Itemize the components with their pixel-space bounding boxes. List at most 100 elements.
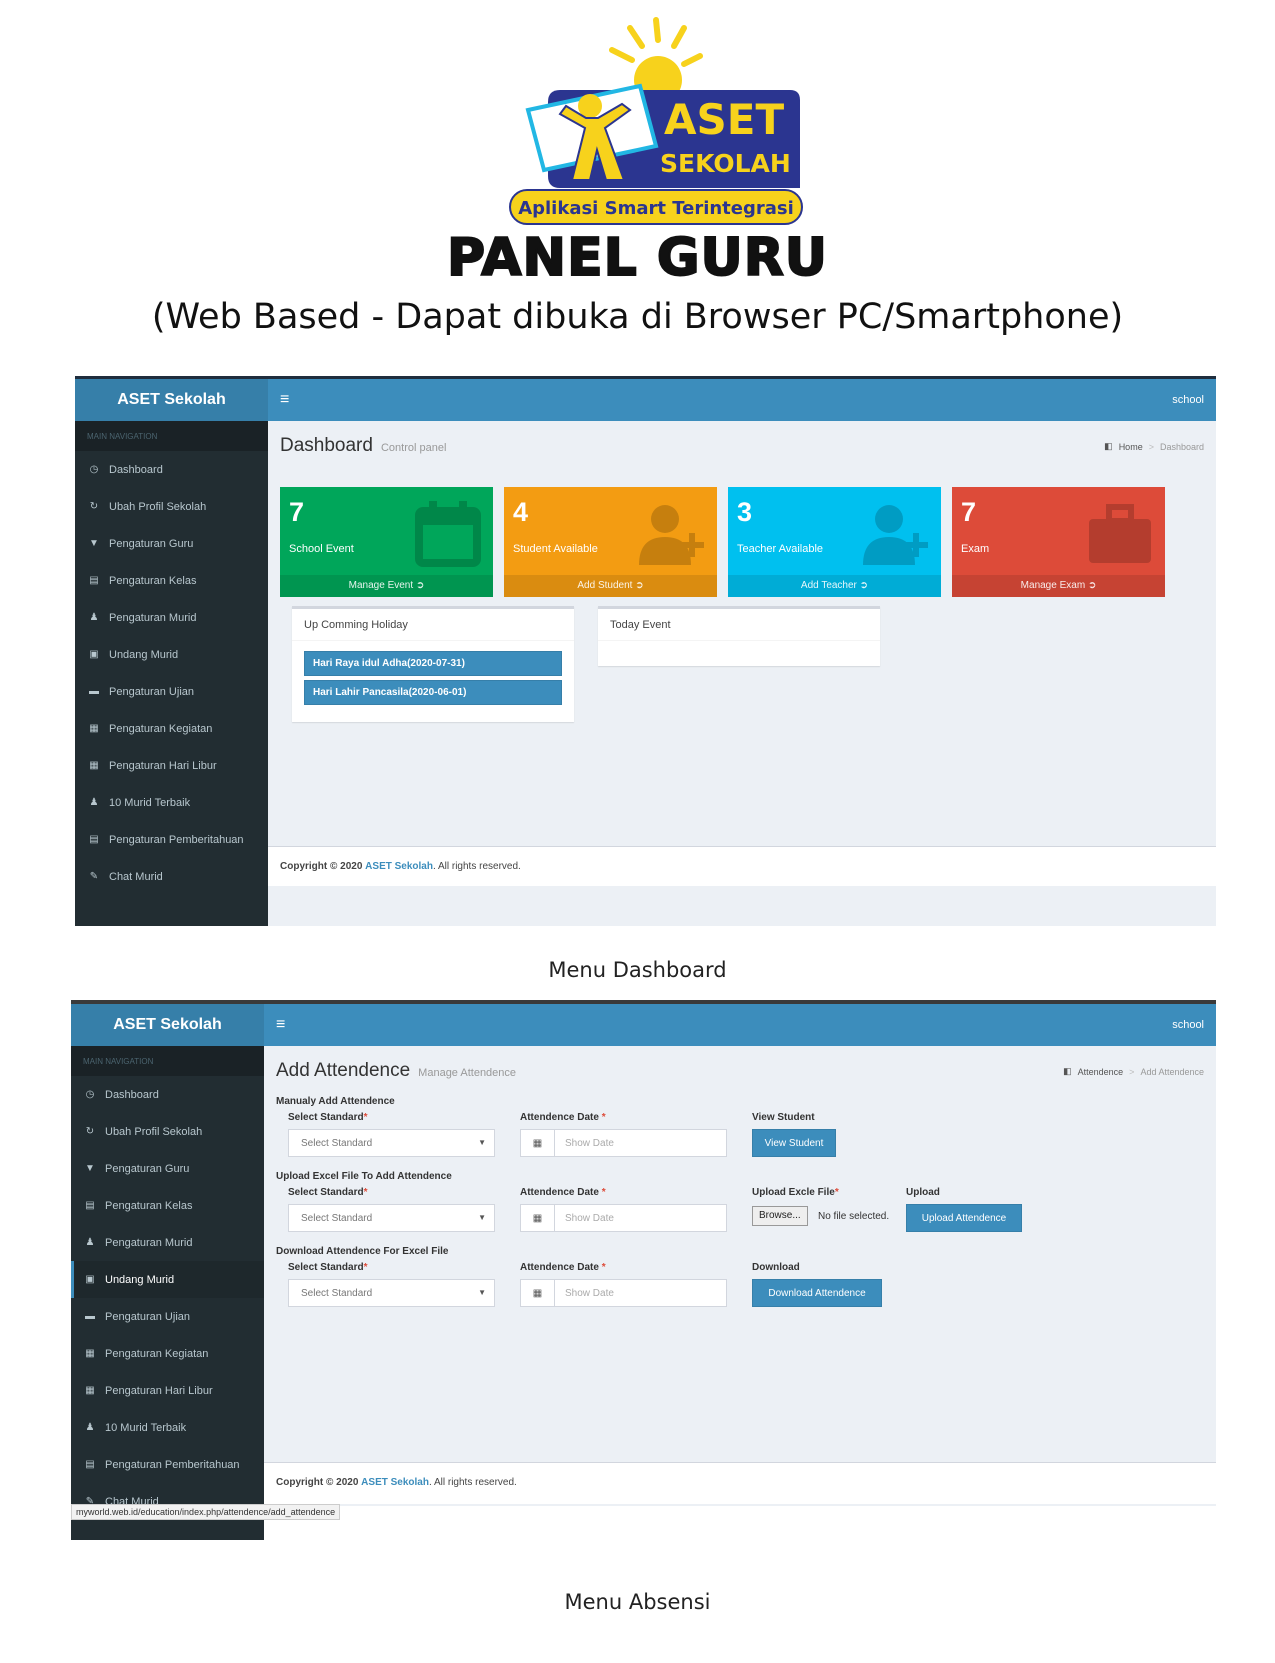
stat-box: 7 Exam Manage Exam ➲ bbox=[952, 487, 1165, 597]
calendar-icon: ▦ bbox=[521, 1280, 555, 1306]
sidebar-item[interactable]: ▦ Pengaturan Hari Libur bbox=[75, 747, 268, 784]
sidebar-item[interactable]: ▬ Pengaturan Ujian bbox=[75, 673, 268, 710]
sidebar-item[interactable]: ✎ Chat Murid bbox=[75, 858, 268, 895]
sidebar-item[interactable]: ↻ Ubah Profil Sekolah bbox=[71, 1113, 264, 1150]
calendar-icon bbox=[413, 499, 483, 569]
date-input[interactable]: ▦ Show Date bbox=[520, 1279, 727, 1307]
sidebar-item[interactable]: ♟ Pengaturan Murid bbox=[71, 1224, 264, 1261]
sidebar-item-label: Pengaturan Kelas bbox=[109, 574, 197, 587]
sidebar-item-label: Pengaturan Ujian bbox=[105, 1310, 191, 1323]
sidebar-item[interactable]: ▦ Pengaturan Kegiatan bbox=[75, 710, 268, 747]
sidebar-item[interactable]: ▤ Pengaturan Pemberitahuan bbox=[71, 1446, 264, 1483]
sidebar-item[interactable]: ◷ Dashboard bbox=[75, 451, 268, 488]
breadcrumb-home[interactable]: Home bbox=[1119, 442, 1143, 452]
stat-footer-link[interactable]: Manage Event ➲ bbox=[280, 575, 493, 597]
arrow-circle-right-icon: ➲ bbox=[635, 580, 644, 591]
stat-footer-link[interactable]: Add Student ➲ bbox=[504, 575, 717, 597]
caption-dashboard: Menu Dashboard bbox=[548, 958, 727, 982]
user-plus-icon bbox=[861, 499, 931, 569]
sidebar-item[interactable]: ↻ Ubah Profil Sekolah bbox=[75, 488, 268, 525]
graduation-cap-icon: ▼ bbox=[85, 1163, 95, 1174]
stat-box: 3 Teacher Available Add Teacher ➲ bbox=[728, 487, 941, 597]
graduation-cap-icon: ▼ bbox=[89, 538, 99, 549]
download-attendence-button[interactable]: Download Attendence bbox=[752, 1279, 882, 1307]
sidebar-item[interactable]: ▣ Undang Murid bbox=[75, 636, 268, 673]
standard-select[interactable]: Select Standard ▼ bbox=[288, 1204, 495, 1232]
upload-file-label: Upload Excle File* bbox=[752, 1187, 839, 1198]
page-subtitle: (Web Based - Dapat dibuka di Browser PC/… bbox=[151, 297, 1124, 337]
user-icon: ♟ bbox=[85, 1422, 95, 1433]
attendance-screenshot: ASET Sekolah MAIN NAVIGATION ◷ Dashboard ↻… bbox=[71, 1000, 1216, 1540]
sidebar-nav: ◷ Dashboard ↻ Ubah Profil Sekolah ▼ Pengatura… bbox=[71, 1076, 264, 1520]
briefcase-icon: ▬ bbox=[89, 686, 99, 697]
breadcrumb-home[interactable]: Attendence bbox=[1078, 1067, 1124, 1077]
standard-label: Select Standard* bbox=[288, 1262, 368, 1273]
holiday-item[interactable]: Hari Lahir Pancasila(2020-06-01) bbox=[304, 680, 562, 705]
caption-attendance: Menu Absensi bbox=[564, 1590, 711, 1614]
dashboard-icon: ◷ bbox=[89, 464, 99, 475]
sidebar-item[interactable]: ▦ Pengaturan Kegiatan bbox=[71, 1335, 264, 1372]
footer-link[interactable]: ASET Sekolah bbox=[365, 861, 433, 872]
date-input[interactable]: ▦ Show Date bbox=[520, 1204, 727, 1232]
list-icon: ▤ bbox=[89, 834, 99, 845]
sidebar-item[interactable]: ▼ Pengaturan Guru bbox=[71, 1150, 264, 1187]
menu-toggle-icon[interactable]: ≡ bbox=[276, 1016, 285, 1034]
stat-label: Student Available bbox=[513, 543, 598, 555]
user-menu[interactable]: school bbox=[1172, 1019, 1204, 1031]
stat-footer-link[interactable]: Manage Exam ➲ bbox=[952, 575, 1165, 597]
calendar-icon: ▦ bbox=[89, 760, 99, 771]
sidebar-item[interactable]: ♟ 10 Murid Terbaik bbox=[75, 784, 268, 821]
user-icon: ♟ bbox=[85, 1237, 95, 1248]
sidebar-item[interactable]: ♟ 10 Murid Terbaik bbox=[71, 1409, 264, 1446]
sidebar-item[interactable]: ▣ Undang Murid bbox=[71, 1261, 264, 1298]
sidebar-item-label: Pengaturan Guru bbox=[105, 1162, 190, 1175]
upload-label: Upload bbox=[906, 1187, 940, 1198]
holiday-item[interactable]: Hari Raya idul Adha(2020-07-31) bbox=[304, 651, 562, 676]
calendar-check-icon: ▣ bbox=[85, 1274, 95, 1285]
arrow-circle-right-icon: ➲ bbox=[859, 580, 869, 591]
view-student-button[interactable]: View Student bbox=[752, 1129, 836, 1157]
breadcrumb: ◧ Home > Dashboard bbox=[1104, 441, 1204, 452]
content-subtitle: Manage Attendence bbox=[418, 1067, 517, 1079]
dashboard-screenshot: ASET Sekolah MAIN NAVIGATION ◷ Dashboard ↻… bbox=[75, 376, 1216, 926]
browse-button[interactable]: Browse... bbox=[752, 1206, 808, 1226]
sidebar-item[interactable]: ▤ Pengaturan Pemberitahuan bbox=[75, 821, 268, 858]
sidebar-item[interactable]: ◷ Dashboard bbox=[71, 1076, 264, 1113]
sidebar-item[interactable]: ▤ Pengaturan Kelas bbox=[75, 562, 268, 599]
user-menu[interactable]: school bbox=[1172, 394, 1204, 406]
date-label: Attendence Date * bbox=[520, 1187, 606, 1198]
sidebar-item[interactable]: ▦ Pengaturan Hari Libur bbox=[71, 1372, 264, 1409]
standard-select[interactable]: Select Standard ▼ bbox=[288, 1279, 495, 1307]
user-plus-icon bbox=[637, 499, 707, 569]
sidebar-item[interactable]: ♟ Pengaturan Murid bbox=[75, 599, 268, 636]
stat-label: School Event bbox=[289, 543, 354, 555]
sidebar-item[interactable]: ▤ Pengaturan Kelas bbox=[71, 1187, 264, 1224]
aset-sekolah-logo: ASET SEKOLAH Aplikasi Smart Terintegrasi bbox=[0, 10, 1275, 225]
dashboard-icon: ◷ bbox=[85, 1089, 95, 1100]
sidebar-item[interactable]: ▬ Pengaturan Ujian bbox=[71, 1298, 264, 1335]
standard-select[interactable]: Select Standard ▼ bbox=[288, 1129, 495, 1157]
upload-attendence-button[interactable]: Upload Attendence bbox=[906, 1204, 1022, 1232]
stat-number: 4 bbox=[513, 497, 529, 527]
footer-link[interactable]: ASET Sekolah bbox=[361, 1477, 429, 1488]
stat-footer-link[interactable]: Add Teacher ➲ bbox=[728, 575, 941, 597]
sidebar-item-label: Pengaturan Ujian bbox=[109, 685, 195, 698]
sidebar-brand[interactable]: ASET Sekolah bbox=[71, 1004, 264, 1046]
svg-text:SEKOLAH: SEKOLAH bbox=[660, 149, 791, 178]
main-content: Add Attendence Manage Attendence ◧ Atten… bbox=[264, 1046, 1216, 1506]
nav-header: MAIN NAVIGATION bbox=[71, 1046, 264, 1076]
calendar-icon: ▦ bbox=[521, 1205, 555, 1231]
list-icon: ▤ bbox=[89, 575, 99, 586]
sidebar: ASET Sekolah MAIN NAVIGATION ◷ Dashboard ↻… bbox=[75, 379, 268, 926]
stat-label: Exam bbox=[961, 543, 990, 555]
menu-toggle-icon[interactable]: ≡ bbox=[280, 391, 289, 409]
stat-label: Teacher Available bbox=[737, 543, 824, 555]
sidebar-item-label: 10 Murid Terbaik bbox=[109, 796, 191, 809]
date-input[interactable]: ▦ Show Date bbox=[520, 1129, 727, 1157]
sidebar-item[interactable]: ▼ Pengaturan Guru bbox=[75, 525, 268, 562]
home-icon: ◧ bbox=[1063, 1066, 1072, 1076]
content-subtitle: Control panel bbox=[380, 442, 447, 454]
briefcase-icon: ▬ bbox=[85, 1311, 95, 1322]
sidebar-brand[interactable]: ASET Sekolah bbox=[75, 379, 268, 421]
section-title: Manualy Add Attendence bbox=[276, 1096, 395, 1107]
